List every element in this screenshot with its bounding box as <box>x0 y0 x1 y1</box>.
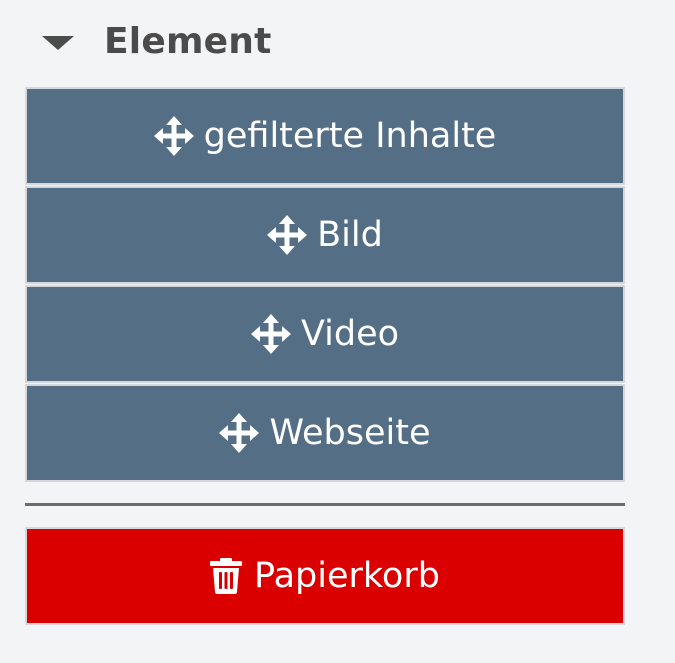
element-item-label: Webseite <box>269 413 431 453</box>
element-item-label: Bild <box>317 215 383 255</box>
move-icon <box>153 116 194 156</box>
move-icon <box>219 413 260 453</box>
divider <box>25 503 625 506</box>
trash-drop-zone[interactable]: Papierkorb <box>25 527 625 625</box>
element-item-webseite[interactable]: Webseite <box>25 384 625 482</box>
element-item-bild[interactable]: Bild <box>25 186 625 284</box>
caret-down-icon <box>42 35 74 50</box>
element-list: gefilterte Inhalte Bild Video Webseite <box>25 87 625 483</box>
move-icon <box>267 215 308 255</box>
section-title: Element <box>104 20 272 62</box>
element-item-label: Video <box>300 314 400 354</box>
element-item-video[interactable]: Video <box>25 285 625 383</box>
move-icon <box>250 314 291 354</box>
trash-label: Papierkorb <box>254 556 440 596</box>
element-item-label: gefilterte Inhalte <box>203 116 497 156</box>
trash-icon <box>210 558 243 594</box>
section-header-element[interactable]: Element <box>42 16 272 66</box>
element-item-gefilterte-inhalte[interactable]: gefilterte Inhalte <box>25 87 625 185</box>
